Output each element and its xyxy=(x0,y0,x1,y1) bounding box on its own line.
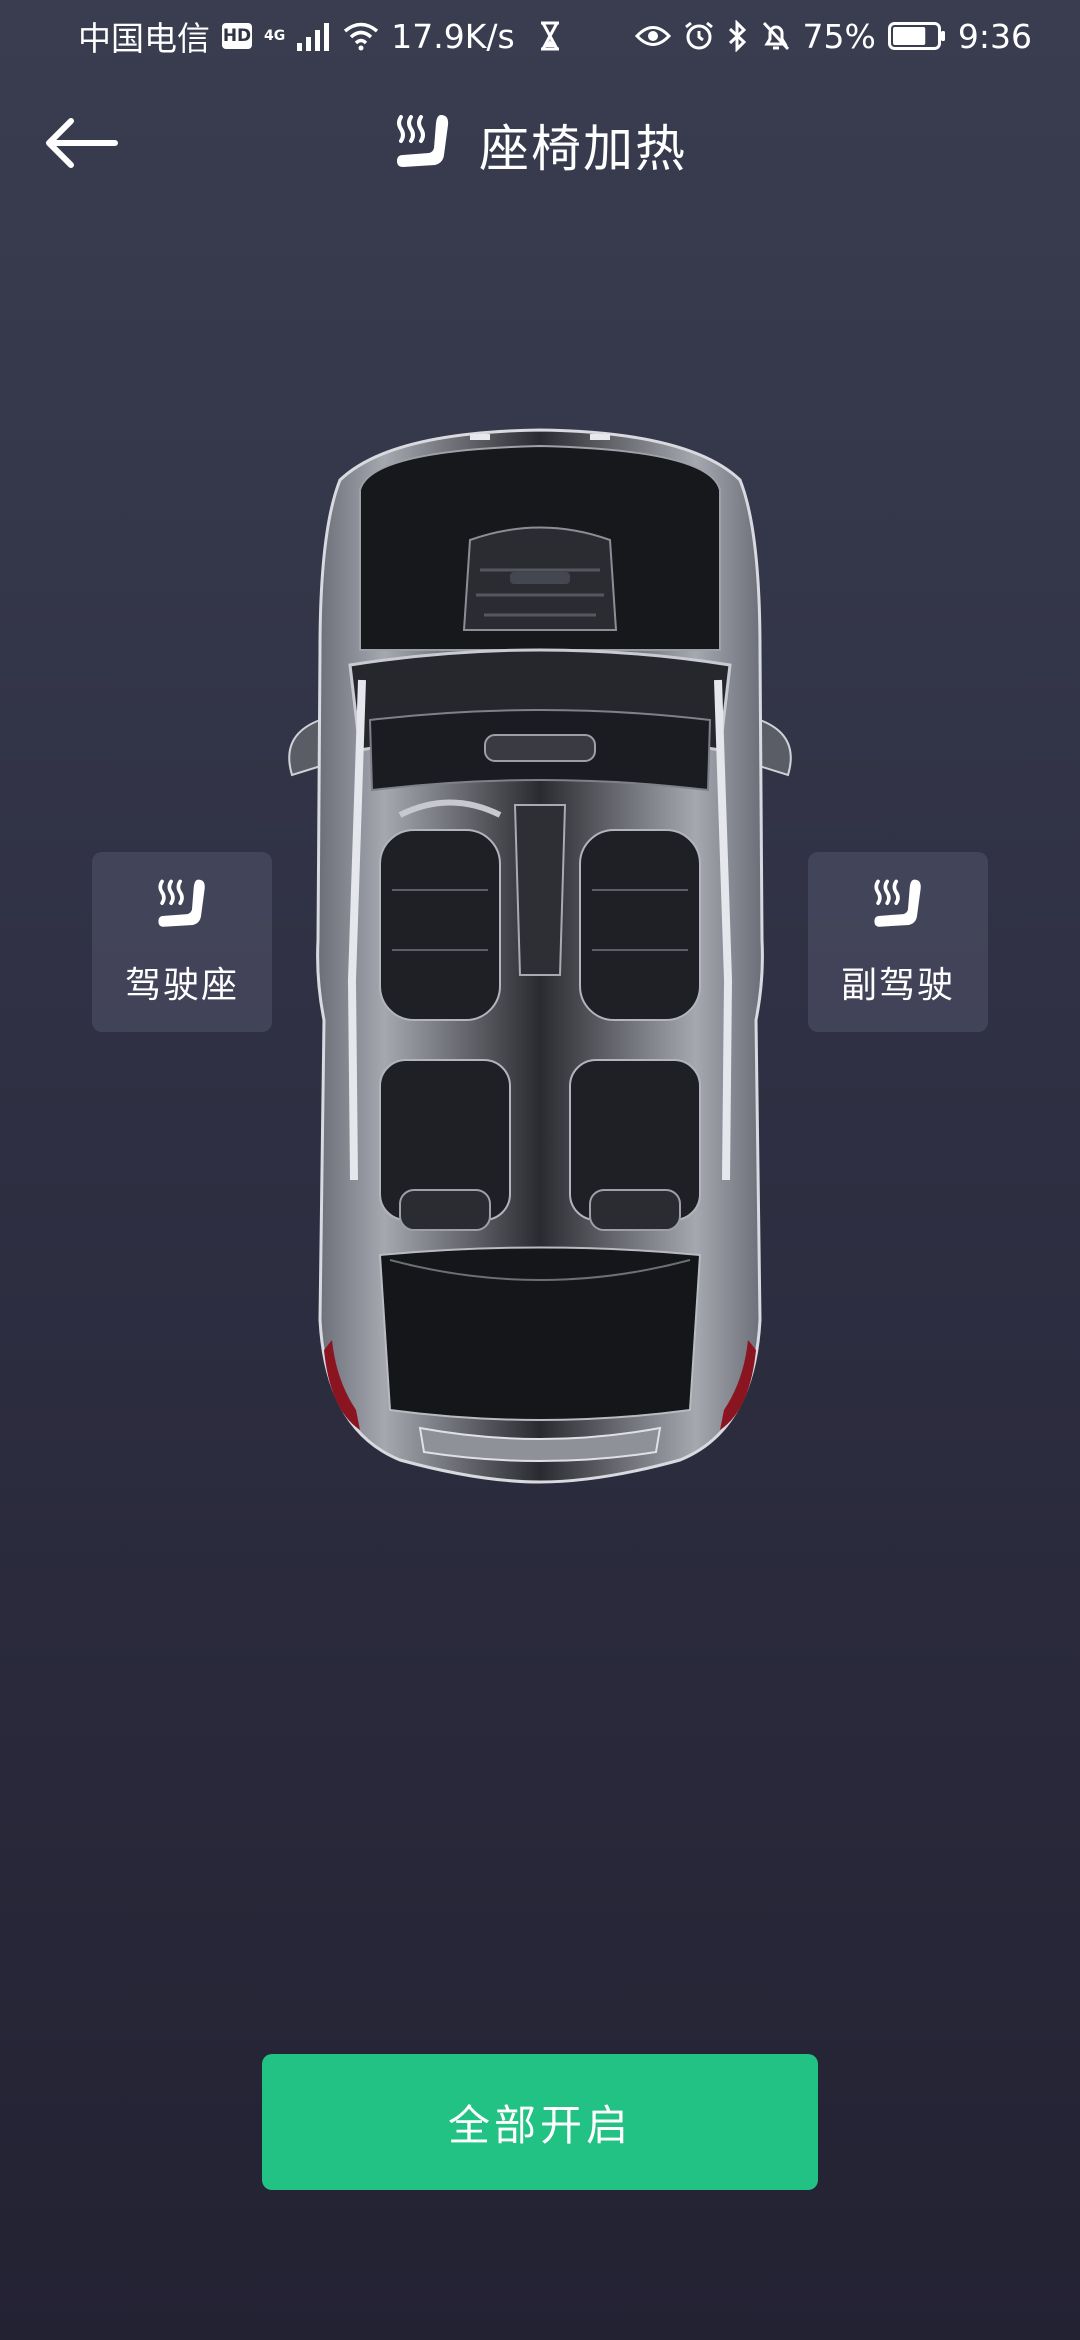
bluetooth-icon xyxy=(727,20,749,52)
hourglass-icon xyxy=(539,21,561,51)
driver-seat-heat-button[interactable]: 驾驶座 xyxy=(92,852,272,1032)
bell-muted-icon xyxy=(761,20,791,52)
page-title: 座椅加热 xyxy=(479,120,687,178)
carrier-name: 中国电信 xyxy=(78,19,210,58)
network-type: 4G xyxy=(264,29,285,43)
alarm-icon xyxy=(683,20,715,52)
car-top-view-illustration xyxy=(280,420,800,1490)
signal-icon xyxy=(297,21,331,51)
hd-badge: HD xyxy=(222,23,252,49)
all-on-button[interactable]: 全部开启 xyxy=(262,2054,818,2190)
status-right: 75% 9:36 xyxy=(634,16,1032,56)
status-bar: 中国电信 HD 4G 17.9K/s 75% 9:36 xyxy=(0,0,1080,72)
network-type-label: 4G xyxy=(264,28,286,44)
back-button[interactable] xyxy=(36,110,126,180)
network-speed: 17.9K/s xyxy=(391,16,515,56)
page-title-group: 座椅加热 xyxy=(0,90,1080,200)
header: 座椅加热 xyxy=(0,90,1080,200)
driver-seat-label: 驾驶座 xyxy=(124,965,239,1006)
status-left: 中国电信 HD 4G 17.9K/s xyxy=(78,12,561,60)
seat-heat-icon xyxy=(393,111,453,179)
seat-heat-icon xyxy=(152,876,212,938)
clock-time: 9:36 xyxy=(957,16,1032,56)
wifi-icon xyxy=(343,21,379,51)
battery-percent: 75% xyxy=(802,16,876,56)
seat-heat-icon xyxy=(868,876,928,938)
arrow-left-icon xyxy=(43,117,119,173)
battery-icon xyxy=(887,22,946,50)
passenger-seat-heat-button[interactable]: 副驾驶 xyxy=(808,852,988,1032)
passenger-seat-label: 副驾驶 xyxy=(840,965,955,1006)
eye-icon xyxy=(634,23,671,49)
